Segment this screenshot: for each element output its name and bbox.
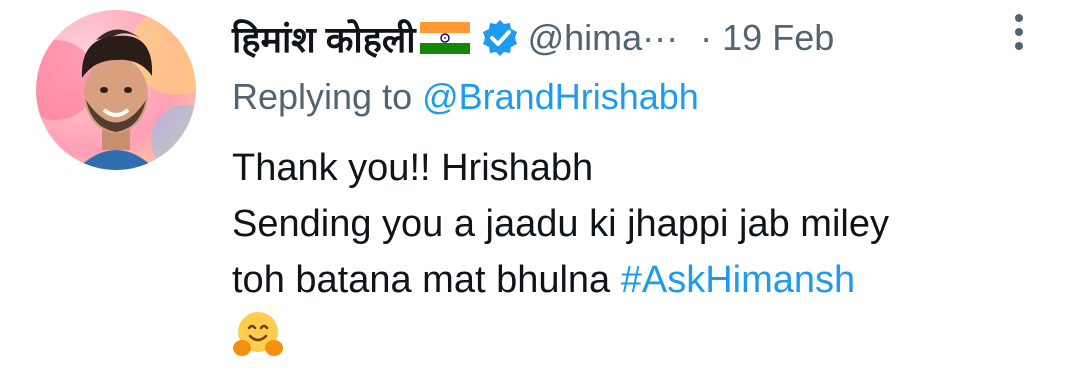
tweet-line-3: toh batana mat bhulna #AskHimansh <box>232 252 1052 308</box>
tweet[interactable]: हिमांश कोहली @hima··· · 19 Feb Replying … <box>0 0 1080 360</box>
author-handle[interactable]: @hima··· <box>528 17 679 59</box>
tweet-line-1: Thank you!! Hrishabh <box>232 147 594 189</box>
verified-badge-icon[interactable] <box>480 18 520 58</box>
more-options-icon[interactable] <box>1010 12 1028 52</box>
hugging-face-icon <box>232 308 284 360</box>
timestamp[interactable]: 19 Feb <box>722 17 834 59</box>
reply-mention-link[interactable]: @BrandHrishabh <box>422 76 699 117</box>
hashtag-link[interactable]: #AskHimansh <box>621 259 855 301</box>
replying-to-label: Replying to <box>232 76 423 117</box>
tweet-line-3-text: toh batana mat bhulna <box>232 259 621 301</box>
india-flag-icon <box>419 22 470 54</box>
tweet-line-2: Sending you a jaadu ki jhappi jab miley <box>232 203 889 245</box>
avatar[interactable] <box>36 10 196 170</box>
separator-dot: · <box>700 17 713 58</box>
replying-to: Replying to @BrandHrishabh <box>232 76 699 118</box>
tweet-text: Thank you!! Hrishabh Sending you a jaadu… <box>232 140 1052 360</box>
author-name[interactable]: हिमांश कोहली <box>232 14 416 63</box>
tweet-header: हिमांश कोहली @hima··· · 19 Feb <box>232 8 1032 68</box>
